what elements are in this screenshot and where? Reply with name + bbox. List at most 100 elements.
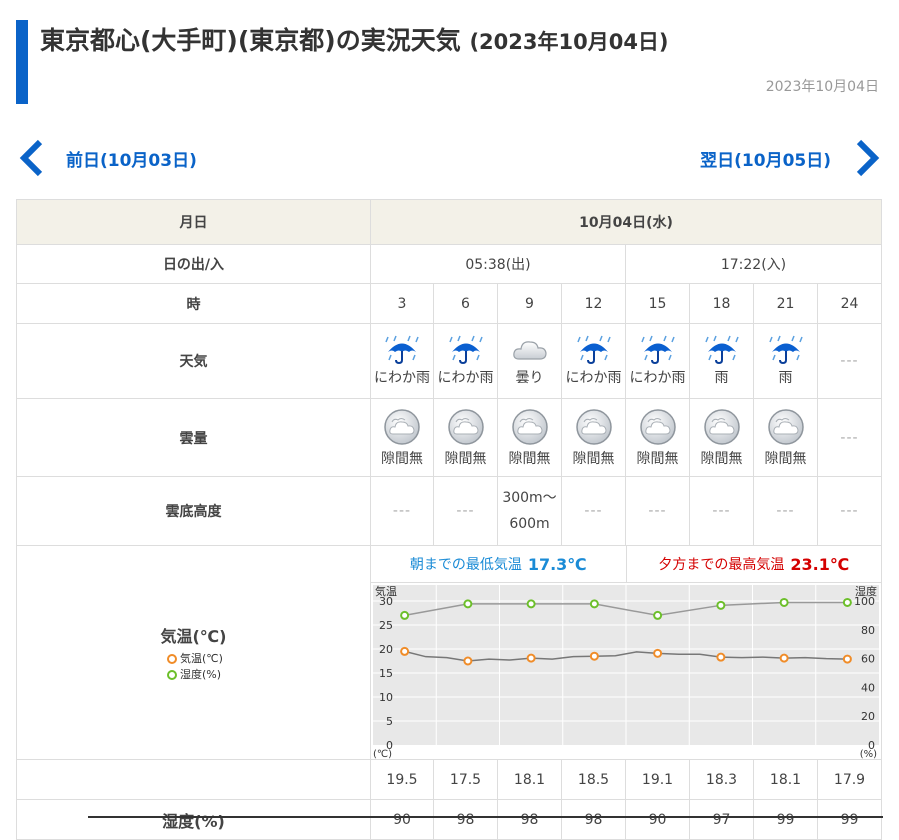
date-value: 10月04日(水) <box>369 199 883 245</box>
weather-label: にわか雨 <box>374 370 430 386</box>
ceiling-cell: --- <box>561 476 626 546</box>
umbrella-rain-icon <box>576 335 611 365</box>
temp-value-cell: 18.1 <box>497 759 562 800</box>
ceiling-cell: --- <box>433 476 498 546</box>
ceiling-cell: --- <box>816 476 883 546</box>
hour-cell: 12 <box>561 283 626 324</box>
sun-header: 日の出/入 <box>16 244 371 284</box>
cloud-cell: 隙間無 <box>561 398 626 477</box>
cloud-icon <box>512 341 547 360</box>
temperature-point <box>716 652 726 662</box>
y-right-unit: (%) <box>860 749 877 759</box>
umbrella-rain-icon <box>640 335 675 365</box>
y-right-tick: 100 <box>854 595 875 608</box>
temperature-point <box>463 656 473 666</box>
ceiling-value: --- <box>712 503 731 519</box>
ceiling-header: 雲底高度 <box>16 476 371 546</box>
y-right-tick: 20 <box>861 710 875 723</box>
cloud-label: 隙間無 <box>444 450 487 467</box>
overcast-icon <box>384 408 420 445</box>
temperature-point <box>842 654 852 664</box>
ceiling-value: 300m～600m <box>502 490 557 532</box>
overcast-icon <box>447 408 484 445</box>
hour-cell: 6 <box>433 283 498 324</box>
humidity-value-cell: 98 <box>433 799 498 840</box>
humidity-value-cell: 99 <box>753 799 818 840</box>
ceiling-cell: --- <box>370 476 434 546</box>
sunrise-value: 05:38(出) <box>370 244 626 284</box>
sunset-value: 17:22(入) <box>624 244 883 284</box>
cloud-label: 隙間無 <box>508 450 551 467</box>
chart-legend: 気温(℃) 湿度(%) <box>17 651 370 683</box>
hour-cell: 18 <box>689 283 754 324</box>
humidity-point <box>653 610 663 620</box>
weather-cell: --- <box>816 323 883 399</box>
temp-header-cell: 気温(℃) 気温(℃) 湿度(%) <box>16 545 371 760</box>
legend-hum-dot <box>167 669 177 680</box>
page-title-main: 東京都心(大手町)(東京都)の実況天気 <box>40 26 461 55</box>
overcast-icon <box>639 408 676 445</box>
y-left-tick: 5 <box>386 715 393 728</box>
ceiling-cell: --- <box>625 476 690 546</box>
y-left-tick: 20 <box>379 643 393 656</box>
ceiling-value: --- <box>456 503 475 519</box>
cloud-label: 隙間無 <box>381 450 423 467</box>
overcast-icon <box>511 408 548 445</box>
umbrella-rain-icon <box>704 335 739 365</box>
cloud-cell: --- <box>816 398 883 477</box>
weather-label: にわか雨 <box>629 370 686 386</box>
ceiling-value: --- <box>776 503 795 519</box>
y-left-unit: (℃) <box>373 749 392 759</box>
next-day-label: 翌日(10月05日) <box>700 150 831 171</box>
prev-day-link[interactable]: 前日(10月03日) <box>16 138 197 178</box>
ceiling-cell: --- <box>753 476 818 546</box>
updated-date: 2023年10月04日 <box>765 79 879 95</box>
humidity-point <box>716 600 726 610</box>
temp-range-row: 朝までの最低気温 17.3℃ 夕方までの最高気温 23.1℃ <box>371 546 882 583</box>
y-left-tick: 30 <box>379 595 393 608</box>
temp-value-cell: 19.1 <box>625 759 690 800</box>
temp-value-cell: 18.5 <box>561 759 626 800</box>
weather-label: にわか雨 <box>565 370 622 386</box>
legend-temp-dot <box>167 653 177 664</box>
cloud-label: 隙間無 <box>636 450 679 467</box>
overcast-icon <box>703 408 740 445</box>
weather-label: にわか雨 <box>437 370 494 386</box>
humidity-point <box>779 597 789 607</box>
humidity-value-cell: 90 <box>370 799 434 840</box>
cloud-header: 雲量 <box>16 398 371 477</box>
overcast-icon <box>575 408 612 445</box>
temperature-point <box>653 648 663 658</box>
temperature-point <box>526 653 536 663</box>
temp-value-cell: 17.5 <box>433 759 498 800</box>
humidity-header: 湿度(%) <box>16 799 371 840</box>
weather-cell: にわか雨 <box>561 323 626 399</box>
next-day-link[interactable]: 翌日(10月05日) <box>700 138 883 178</box>
humidity-point <box>400 610 410 620</box>
weather-cell: 曇り <box>497 323 562 399</box>
ceiling-value: --- <box>840 503 859 519</box>
temperature-point <box>779 653 789 663</box>
weather-label: 雨 <box>778 370 793 386</box>
humidity-point <box>589 599 599 609</box>
min-temp-value: 17.3℃ <box>527 554 587 574</box>
weather-cell: にわか雨 <box>433 323 498 399</box>
legend-hum-label: 湿度(%) <box>180 667 222 681</box>
title-accent-bar <box>16 20 28 104</box>
hour-cell: 9 <box>497 283 562 324</box>
umbrella-rain-icon <box>448 335 483 365</box>
cloud-cell: 隙間無 <box>433 398 498 477</box>
overcast-icon <box>767 408 804 445</box>
humidity-value-cell: 90 <box>625 799 690 840</box>
temp-value-cell: 18.3 <box>689 759 754 800</box>
date-header: 月日 <box>16 199 371 245</box>
max-temp: 夕方までの最高気温 23.1℃ <box>627 546 882 582</box>
cloud-label: 隙間無 <box>572 450 615 467</box>
weather-label: --- <box>840 353 859 369</box>
hour-cell: 15 <box>625 283 690 324</box>
hour-cell: 21 <box>753 283 818 324</box>
weather-table: 月日 10月04日(水) 日の出/入 05:38(出) 17:22(入) 時 3… <box>16 199 883 840</box>
temp-value-cell: 19.5 <box>370 759 434 800</box>
humidity-value-cell: 97 <box>689 799 754 840</box>
ceiling-value: --- <box>584 503 603 519</box>
